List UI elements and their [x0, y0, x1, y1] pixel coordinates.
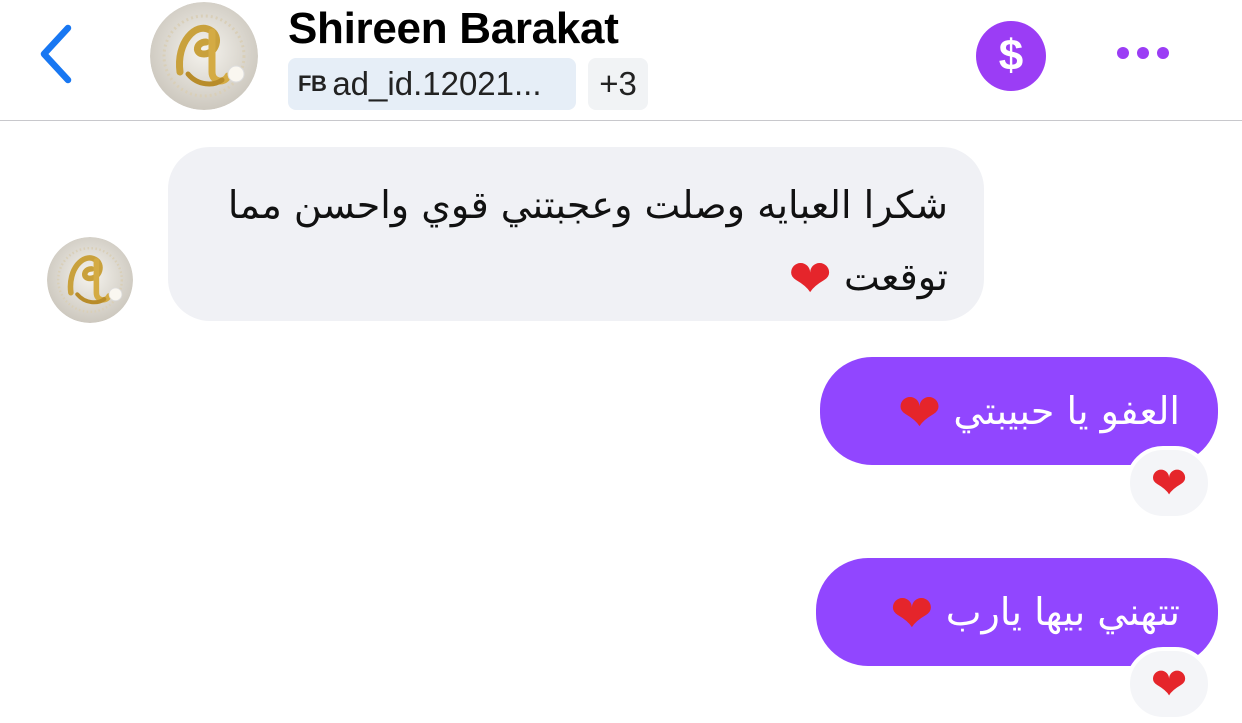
contact-name[interactable]: Shireen Barakat: [288, 4, 619, 54]
heart-reaction-icon: ❤: [1150, 658, 1188, 710]
more-options-button[interactable]: [1110, 30, 1176, 76]
red-heart-emoji: ❤: [890, 584, 934, 645]
sender-avatar[interactable]: [47, 237, 133, 323]
more-horizontal-icon: [1117, 47, 1129, 59]
chevron-left-icon: [40, 24, 72, 84]
payment-button[interactable]: $: [976, 21, 1046, 91]
red-heart-emoji: ❤: [897, 383, 942, 444]
gold-calligraphy-avatar-icon: [150, 2, 258, 110]
facebook-source-label: FB: [298, 71, 327, 96]
back-button[interactable]: [30, 22, 82, 86]
heart-reaction-icon: ❤: [1150, 457, 1188, 509]
chat-header: Shireen Barakat FB ad_id.12021... +3 $: [0, 0, 1242, 121]
message-reaction[interactable]: ❤: [1126, 647, 1212, 721]
contact-avatar[interactable]: [150, 2, 258, 110]
message-reaction[interactable]: ❤: [1126, 446, 1212, 520]
message-text: شكرا العبايه وصلت وعجبتني قوي واحسن مما …: [227, 183, 948, 299]
message-text: العفو يا حبيبتي: [953, 389, 1180, 433]
chat-screen: Shireen Barakat FB ad_id.12021... +3 $ ش…: [0, 0, 1242, 723]
more-horizontal-icon: [1137, 47, 1149, 59]
more-horizontal-icon: [1157, 47, 1169, 59]
red-heart-emoji: ❤: [788, 249, 832, 310]
more-tags-chip[interactable]: +3: [588, 58, 648, 110]
gold-calligraphy-avatar-icon: [47, 237, 133, 323]
ad-tag-chip[interactable]: FB ad_id.12021...: [288, 58, 576, 110]
incoming-message-bubble[interactable]: شكرا العبايه وصلت وعجبتني قوي واحسن مما …: [168, 147, 984, 321]
ad-id-label: ad_id.12021...: [332, 65, 542, 102]
message-text: تتهني بيها يارب: [945, 590, 1180, 634]
dollar-icon: $: [998, 31, 1024, 80]
